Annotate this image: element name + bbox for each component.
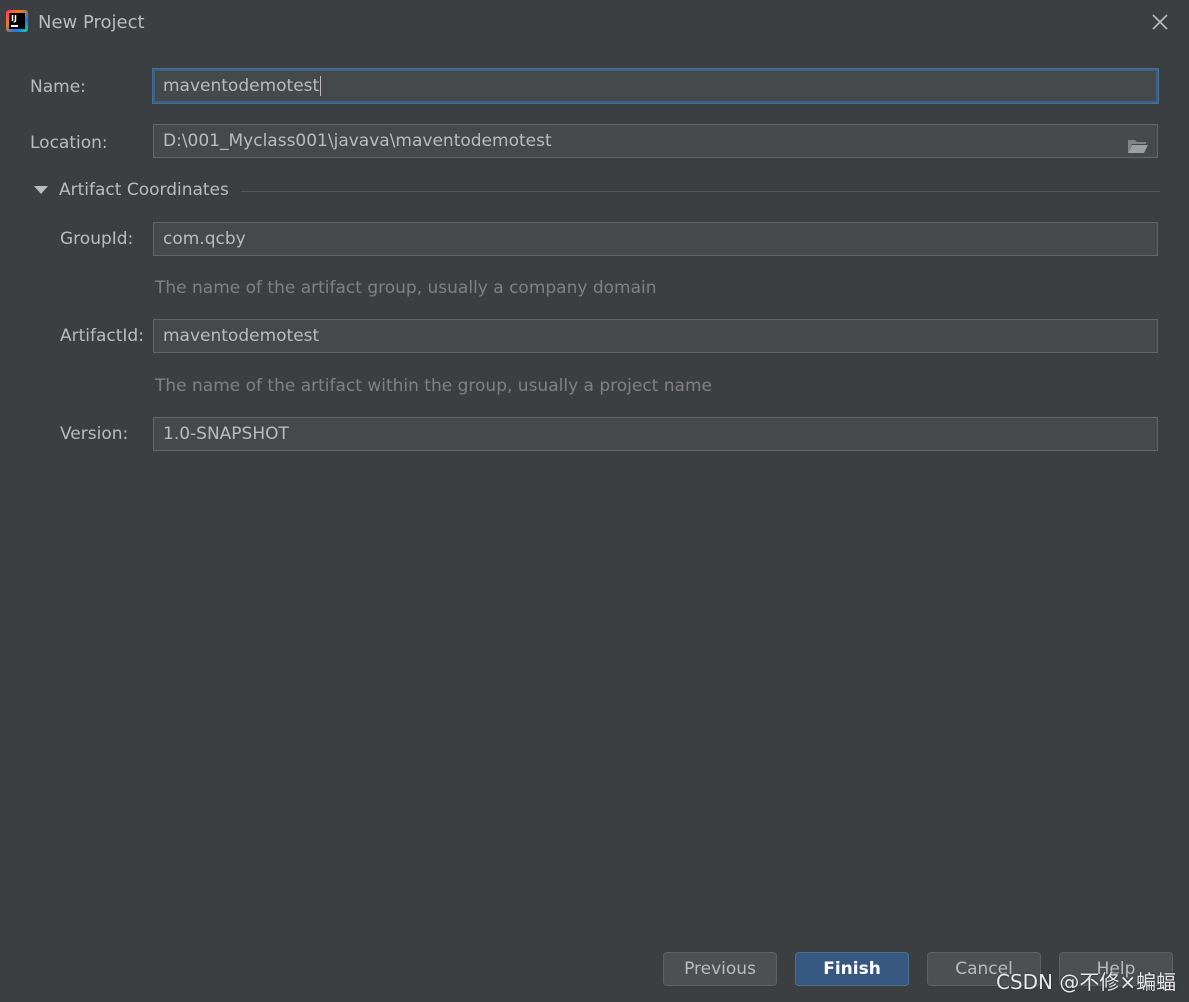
new-project-dialog: IJ New Project Name: maventodemotest Loc… bbox=[0, 0, 1189, 1002]
name-label: Name: bbox=[30, 77, 86, 97]
version-label: Version: bbox=[60, 424, 129, 444]
collapse-triangle-icon[interactable] bbox=[34, 186, 48, 194]
section-title[interactable]: Artifact Coordinates bbox=[59, 180, 229, 200]
section-divider bbox=[241, 191, 1160, 192]
intellij-app-icon: IJ bbox=[6, 10, 28, 32]
csdn-watermark: CSDN @不修×蝙蝠 bbox=[996, 970, 1177, 994]
folder-icon bbox=[1128, 140, 1148, 153]
group-id-value: com.qcby bbox=[163, 229, 246, 249]
group-id-hint: The name of the artifact group, usually … bbox=[155, 278, 657, 298]
artifact-coordinates-section: Artifact Coordinates bbox=[34, 180, 1160, 204]
location-input-value: D:\001_Myclass001\javava\maventodemotest bbox=[163, 131, 552, 151]
finish-button[interactable]: Finish bbox=[795, 952, 909, 986]
previous-button[interactable]: Previous bbox=[663, 952, 777, 986]
artifact-id-input[interactable]: maventodemotest bbox=[153, 319, 1158, 353]
version-value: 1.0-SNAPSHOT bbox=[163, 424, 289, 444]
close-icon bbox=[1152, 14, 1168, 30]
app-icon-text: IJ bbox=[11, 14, 17, 23]
artifact-id-label: ArtifactId: bbox=[60, 326, 144, 346]
name-input[interactable]: maventodemotest bbox=[153, 69, 1158, 103]
artifact-id-value: maventodemotest bbox=[163, 326, 320, 346]
close-button[interactable] bbox=[1148, 10, 1172, 34]
artifact-id-hint: The name of the artifact within the grou… bbox=[155, 376, 712, 396]
group-id-label: GroupId: bbox=[60, 229, 134, 249]
location-input[interactable]: D:\001_Myclass001\javava\maventodemotest bbox=[153, 124, 1158, 158]
location-label: Location: bbox=[30, 133, 108, 153]
version-input[interactable]: 1.0-SNAPSHOT bbox=[153, 417, 1158, 451]
group-id-input[interactable]: com.qcby bbox=[153, 222, 1158, 256]
dialog-title: New Project bbox=[38, 12, 145, 33]
browse-folder-button[interactable] bbox=[1127, 133, 1149, 153]
name-input-value: maventodemotest bbox=[163, 76, 320, 96]
title-bar[interactable]: IJ New Project bbox=[0, 0, 1189, 46]
